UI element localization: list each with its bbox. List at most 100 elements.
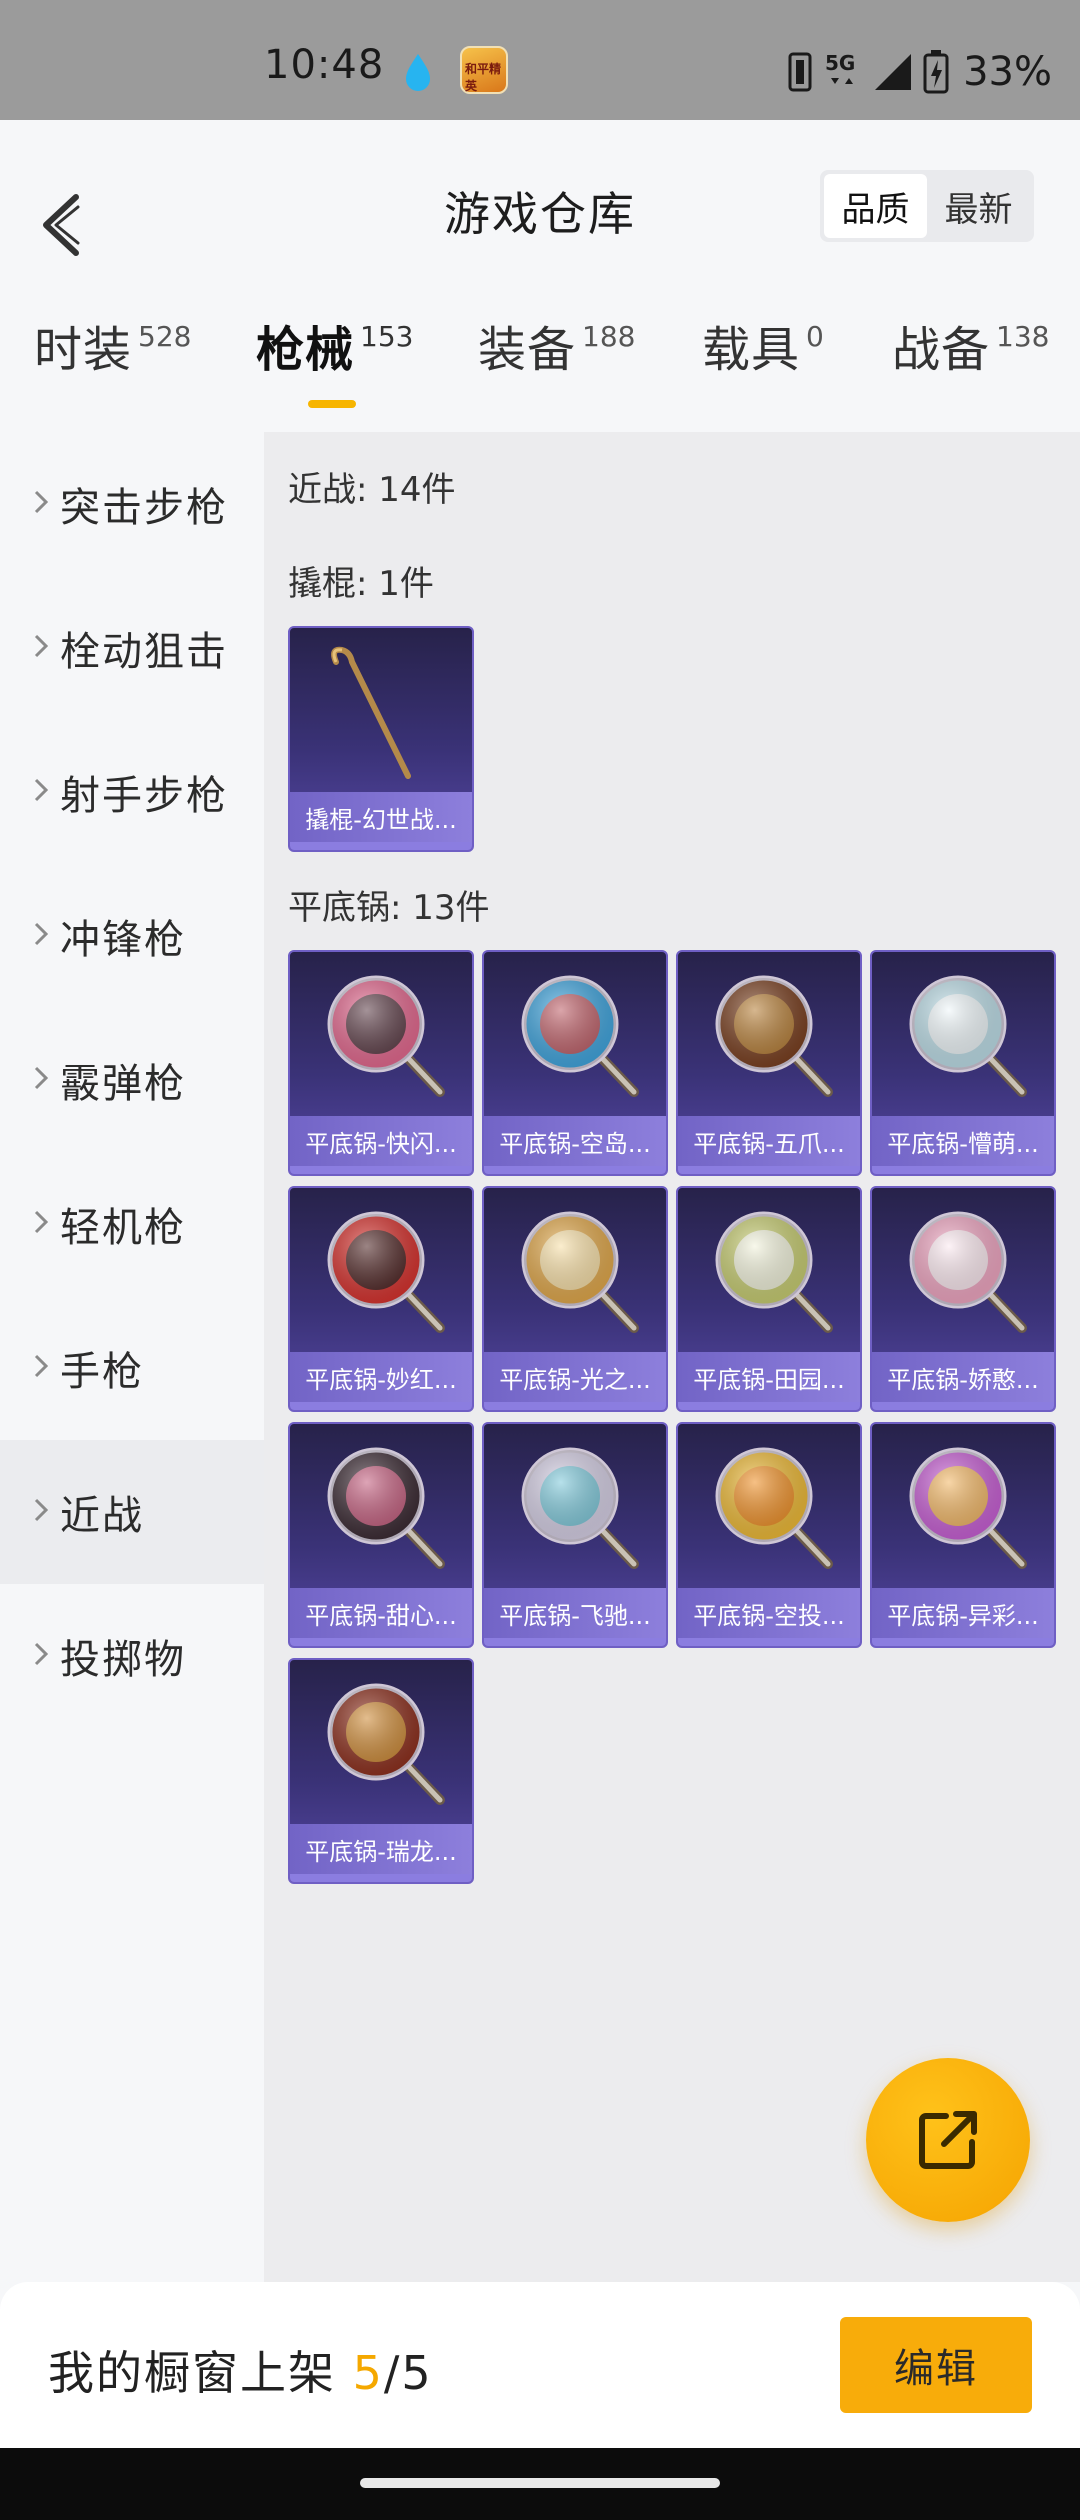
pan-item-card[interactable]: 平底锅-异彩... bbox=[870, 1422, 1056, 1648]
pan-item-card[interactable]: 平底锅-妙红... bbox=[288, 1186, 474, 1412]
pan-item-card[interactable]: 平底锅-甜心... bbox=[288, 1422, 474, 1648]
share-icon bbox=[919, 2111, 977, 2169]
sort-option-quality[interactable]: 品质 bbox=[824, 174, 927, 238]
frying-pan-image bbox=[872, 952, 1054, 1122]
category-tabs: 时装 528 枪械 153 装备 188 载具 0 战备 138 bbox=[0, 320, 1080, 410]
sidebar-item-pistol[interactable]: 手枪 bbox=[0, 1296, 264, 1440]
status-indicators: 5G 33% bbox=[787, 46, 1052, 98]
status-time: 10:48 bbox=[264, 42, 385, 88]
item-rarity-strip bbox=[290, 1874, 472, 1882]
tab-count: 188 bbox=[582, 320, 636, 353]
pan-item-card[interactable]: 平底锅-空投... bbox=[676, 1422, 862, 1648]
showcase-status: 我的橱窗上架 5/5 bbox=[48, 2337, 433, 2403]
status-bar: 10:48 和平精英 5G 33% bbox=[0, 0, 1080, 120]
cell-signal-icon bbox=[875, 54, 912, 90]
tab-count: 138 bbox=[996, 320, 1050, 353]
sidebar-item-bolt-sniper[interactable]: 栓动狙击 bbox=[0, 576, 264, 720]
item-rarity-strip bbox=[872, 1638, 1054, 1646]
sidebar-item-label: 轻机枪 bbox=[60, 1205, 186, 1251]
chevron-right-icon bbox=[34, 922, 49, 946]
item-rarity-strip bbox=[872, 1402, 1054, 1410]
chevron-right-icon bbox=[34, 1642, 49, 1666]
active-tab-indicator bbox=[308, 400, 356, 408]
pan-item-card[interactable]: 平底锅-懵萌... bbox=[870, 950, 1056, 1176]
item-label: 平底锅-光之... bbox=[484, 1352, 666, 1402]
frying-pan-image bbox=[872, 1424, 1054, 1594]
frying-pan-image bbox=[290, 1660, 472, 1830]
showcase-bar: 我的橱窗上架 5/5 编辑 bbox=[0, 2282, 1080, 2448]
frying-pan-image bbox=[678, 1424, 860, 1594]
frying-pan-image bbox=[290, 1188, 472, 1358]
frying-pan-image bbox=[678, 952, 860, 1122]
sidebar-item-label: 手枪 bbox=[60, 1349, 144, 1395]
item-rarity-strip bbox=[290, 1638, 472, 1646]
frying-pan-image bbox=[872, 1188, 1054, 1358]
item-rarity-strip bbox=[290, 842, 472, 850]
item-rarity-strip bbox=[678, 1166, 860, 1174]
share-button[interactable] bbox=[866, 2058, 1030, 2222]
item-label: 平底锅-飞驰... bbox=[484, 1588, 666, 1638]
pan-item-card[interactable]: 平底锅-娇憨... bbox=[870, 1186, 1056, 1412]
item-rarity-strip bbox=[484, 1638, 666, 1646]
edit-button[interactable]: 编辑 bbox=[840, 2317, 1032, 2413]
sidebar-item-lmg[interactable]: 轻机枪 bbox=[0, 1152, 264, 1296]
tab-label: 装备 bbox=[478, 322, 577, 378]
tab-equipment[interactable]: 装备 188 bbox=[478, 320, 635, 410]
chevron-right-icon bbox=[34, 1354, 49, 1378]
sidebar-item-throwables[interactable]: 投掷物 bbox=[0, 1584, 264, 1728]
tab-count: 0 bbox=[806, 320, 824, 353]
sidebar-item-label: 栓动狙击 bbox=[60, 629, 228, 675]
tab-label: 枪械 bbox=[256, 322, 355, 378]
tab-supplies[interactable]: 战备 138 bbox=[892, 320, 1049, 410]
qq-notification-icon bbox=[406, 54, 430, 91]
tab-count: 153 bbox=[360, 320, 414, 353]
item-rarity-strip bbox=[484, 1402, 666, 1410]
pan-item-card[interactable]: 平底锅-快闪... bbox=[288, 950, 474, 1176]
pan-item-card[interactable]: 平底锅-飞驰... bbox=[482, 1422, 668, 1648]
sidebar-item-label: 突击步枪 bbox=[60, 485, 228, 531]
item-label: 平底锅-五爪... bbox=[678, 1116, 860, 1166]
pan-item-card[interactable]: 平底锅-光之... bbox=[482, 1186, 668, 1412]
game-app-icon-text: 和平精英 bbox=[465, 62, 502, 93]
showcase-label: 我的橱窗上架 bbox=[48, 2346, 336, 2400]
tab-label: 战备 bbox=[892, 322, 991, 378]
group-title-pan: 平底锅: 13件 bbox=[288, 888, 490, 928]
home-indicator[interactable] bbox=[360, 2478, 720, 2488]
signal-5g-icon: 5G bbox=[825, 51, 855, 84]
group-title-crowbar: 撬棍: 1件 bbox=[288, 564, 434, 604]
pan-item-card[interactable]: 平底锅-瑞龙... bbox=[288, 1658, 474, 1884]
sidebar-item-smg[interactable]: 冲锋枪 bbox=[0, 864, 264, 1008]
item-rarity-strip bbox=[678, 1638, 860, 1646]
item-rarity-strip bbox=[290, 1166, 472, 1174]
item-label: 平底锅-懵萌... bbox=[872, 1116, 1054, 1166]
chevron-right-icon bbox=[34, 490, 49, 514]
frying-pan-image bbox=[484, 1188, 666, 1358]
sidebar-item-marksman-rifle[interactable]: 射手步枪 bbox=[0, 720, 264, 864]
inventory-content: 近战: 14件 撬棍: 1件 平底锅: 13件 撬棍-幻世战... 平底锅-快闪.… bbox=[264, 432, 1080, 2282]
crowbar-item-card[interactable]: 撬棍-幻世战... bbox=[288, 626, 474, 852]
chevron-right-icon bbox=[34, 1498, 49, 1522]
sort-toggle: 品质 最新 bbox=[820, 170, 1034, 242]
item-rarity-strip bbox=[484, 1166, 666, 1174]
item-label: 平底锅-甜心... bbox=[290, 1588, 472, 1638]
battery-percentage: 33% bbox=[963, 49, 1052, 95]
tab-firearms[interactable]: 枪械 153 bbox=[256, 320, 413, 410]
vibrate-icon bbox=[788, 52, 812, 92]
pan-item-card[interactable]: 平底锅-田园... bbox=[676, 1186, 862, 1412]
tab-outfits[interactable]: 时装 528 bbox=[34, 320, 191, 410]
item-rarity-strip bbox=[678, 1402, 860, 1410]
chevron-right-icon bbox=[34, 778, 49, 802]
sidebar-item-shotgun[interactable]: 霰弹枪 bbox=[0, 1008, 264, 1152]
melee-summary: 近战: 14件 bbox=[288, 470, 456, 510]
sort-option-newest[interactable]: 最新 bbox=[927, 174, 1030, 238]
sidebar-item-melee[interactable]: 近战 bbox=[0, 1440, 264, 1584]
pan-item-card[interactable]: 平底锅-五爪... bbox=[676, 950, 862, 1176]
tab-vehicles[interactable]: 载具 0 bbox=[702, 320, 824, 410]
item-label: 平底锅-空岛... bbox=[484, 1116, 666, 1166]
game-app-icon: 和平精英 bbox=[460, 46, 508, 94]
pan-item-card[interactable]: 平底锅-空岛... bbox=[482, 950, 668, 1176]
chevron-right-icon bbox=[34, 1066, 49, 1090]
sidebar-item-assault-rifle[interactable]: 突击步枪 bbox=[0, 432, 264, 576]
showcase-total-count: /5 bbox=[383, 2346, 433, 2400]
tab-label: 载具 bbox=[702, 322, 801, 378]
